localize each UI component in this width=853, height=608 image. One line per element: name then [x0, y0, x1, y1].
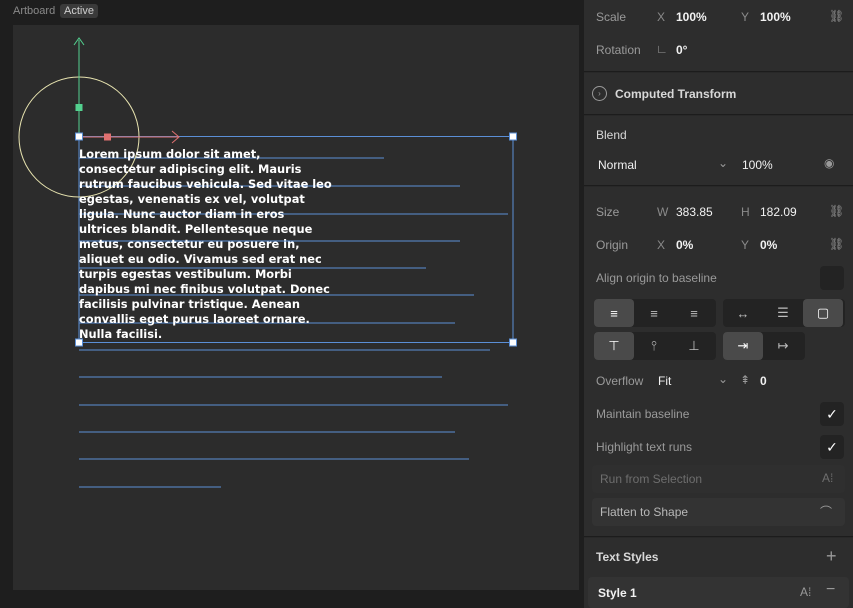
text-line: metus, consectetur eu posuere in,: [79, 237, 300, 251]
scale-y-axis: Y: [741, 10, 750, 24]
origin-y-axis: Y: [741, 238, 750, 252]
align-right-button[interactable]: ≡: [674, 299, 714, 327]
maintain-baseline-row: Maintain baseline ✓: [584, 401, 853, 427]
transform-section: Scale X 100% Y 100% ⛓ Rotation ∟ 0°: [584, 0, 853, 72]
text-line: rutrum faucibus vehicula. Sed vitae leo: [79, 177, 332, 191]
text-line: turpis egestas vestibulum. Morbi: [79, 267, 292, 281]
text-sizing-group: ↔ ☰ ▢: [723, 299, 845, 327]
flatten-to-shape-button[interactable]: Flatten to Shape ⌒: [592, 498, 845, 526]
blend-title: Blend: [596, 128, 627, 142]
run-from-selection-label: Run from Selection: [600, 472, 703, 486]
vector-path-icon: ⌒: [820, 505, 833, 519]
text-styles-section: Text Styles + Style 1 A⁞ −: [584, 538, 853, 608]
computed-transform-label: Computed Transform: [615, 87, 737, 101]
auto-height-button[interactable]: ☰: [763, 299, 803, 327]
link-origin-icon[interactable]: ⛓: [829, 237, 844, 251]
vertical-align-group: ⊤ ⫯ ⊥: [594, 332, 716, 360]
align-center-button[interactable]: ≡: [634, 299, 674, 327]
align-origin-label: Align origin to baseline: [596, 271, 717, 285]
overflow-label: Overflow: [596, 374, 644, 388]
overflow-row: Overflow Fit ⌄ ⇞ 0: [584, 368, 853, 394]
origin-row: Origin X 0% Y 0% ⛓: [584, 232, 853, 258]
link-proportions-icon[interactable]: ⛓: [829, 9, 844, 23]
inspector-panel: Scale X 100% Y 100% ⛓ Rotation ∟ 0° › Co…: [584, 0, 853, 608]
blend-section: Blend Normal ⌄ 100% ◉: [584, 116, 853, 186]
active-badge: Active: [60, 4, 98, 18]
minus-icon[interactable]: −: [826, 581, 835, 599]
text-line: aliquet eu odio. Vivamus sed erat nec: [79, 252, 322, 266]
scale-y-input[interactable]: 100%: [760, 10, 791, 24]
scale-x-axis: X: [657, 10, 666, 24]
eye-icon[interactable]: ◉: [824, 156, 834, 170]
link-size-icon[interactable]: ⛓: [829, 204, 844, 218]
apply-style-icon[interactable]: A⁞: [800, 585, 811, 599]
opacity-input[interactable]: 100%: [742, 158, 773, 172]
size-h-axis: H: [741, 205, 750, 219]
align-bottom-button[interactable]: ⊥: [674, 332, 714, 360]
align-origin-checkbox[interactable]: [820, 266, 844, 290]
wrap-button[interactable]: ⇥: [723, 332, 763, 360]
overflow-select[interactable]: Fit: [658, 374, 671, 388]
align-top-button[interactable]: ⊤: [594, 332, 634, 360]
text-line: convallis eget purus laoreet ornare.: [79, 312, 310, 326]
blend-mode-select[interactable]: Normal: [598, 158, 637, 172]
origin-label: Origin: [596, 238, 629, 252]
text-line: ultrices blandit. Pellentesque neque: [79, 222, 313, 236]
text-styles-title: Text Styles: [596, 550, 659, 564]
align-middle-button[interactable]: ⫯: [634, 332, 674, 360]
text-settings-section: Size W 383.85 H 182.09 ⛓ Origin X 0% Y 0…: [584, 187, 853, 537]
computed-transform-section[interactable]: › Computed Transform: [584, 73, 853, 115]
text-line: Lorem ipsum dolor sit amet,: [79, 147, 261, 161]
scale-x-input[interactable]: 100%: [676, 10, 707, 24]
origin-x-input[interactable]: 0%: [676, 238, 693, 252]
text-line: Nulla facilisi.: [79, 327, 163, 341]
no-wrap-button[interactable]: ↦: [763, 332, 803, 360]
plus-icon[interactable]: +: [826, 546, 837, 567]
chevron-right-icon[interactable]: ›: [592, 86, 607, 101]
height-input[interactable]: 182.09: [760, 205, 797, 219]
maintain-baseline-checkbox[interactable]: ✓: [820, 402, 844, 426]
size-label: Size: [596, 205, 620, 219]
rotation-label: Rotation: [596, 43, 641, 57]
wrap-group: ⇥ ↦: [723, 332, 805, 360]
fixed-size-button[interactable]: ▢: [803, 299, 843, 327]
text-line: dapibus mi nec finibus volutpat. Donec: [79, 282, 330, 296]
origin-x-axis: X: [657, 238, 666, 252]
rotation-row: Rotation ∟ 0°: [584, 37, 853, 63]
angle-icon: ∟: [656, 42, 668, 56]
scale-row: Scale X 100% Y 100% ⛓: [584, 4, 853, 30]
text-object[interactable]: Lorem ipsum dolor sit amet, consectetur …: [79, 147, 339, 342]
size-row: Size W 383.85 H 182.09 ⛓: [584, 199, 853, 225]
artboard-label: Artboard: [13, 5, 56, 17]
chevron-down-icon[interactable]: ⌄: [718, 372, 728, 386]
text-cursor-icon: A⁞: [822, 471, 834, 485]
highlight-runs-checkbox[interactable]: ✓: [820, 435, 844, 459]
auto-width-button[interactable]: ↔: [723, 299, 763, 327]
text-line: ligula. Nunc auctor diam in eros: [79, 207, 285, 221]
align-left-button[interactable]: ≡: [594, 299, 634, 327]
text-line: egestas, venenatis ex vel, volutpat: [79, 192, 305, 206]
highlight-runs-row: Highlight text runs ✓: [584, 434, 853, 460]
size-w-axis: W: [657, 205, 669, 219]
maintain-baseline-label: Maintain baseline: [596, 407, 690, 421]
text-align-group: ≡ ≡ ≡: [594, 299, 716, 327]
chevron-down-icon[interactable]: ⌄: [718, 156, 728, 170]
origin-y-input[interactable]: 0%: [760, 238, 777, 252]
style-item[interactable]: Style 1 A⁞ −: [588, 577, 849, 608]
align-origin-row: Align origin to baseline: [584, 265, 853, 291]
style-name: Style 1: [598, 586, 637, 600]
width-input[interactable]: 383.85: [676, 205, 713, 219]
scale-label: Scale: [596, 10, 627, 24]
run-from-selection-button[interactable]: Run from Selection A⁞: [592, 465, 845, 493]
canvas-area[interactable]: Artboard Active Lorem ipsum dolor sit am…: [0, 0, 584, 608]
overflow-count-input[interactable]: 0: [760, 374, 767, 388]
flatten-to-shape-label: Flatten to Shape: [600, 505, 689, 519]
text-line: facilisis pulvinar tristique. Aenean: [79, 297, 300, 311]
rotation-input[interactable]: 0°: [676, 43, 687, 57]
highlight-runs-label: Highlight text runs: [596, 440, 693, 454]
text-line: consectetur adipiscing elit. Mauris: [79, 162, 302, 176]
paragraph-spacing-icon: ⇞: [740, 373, 751, 387]
